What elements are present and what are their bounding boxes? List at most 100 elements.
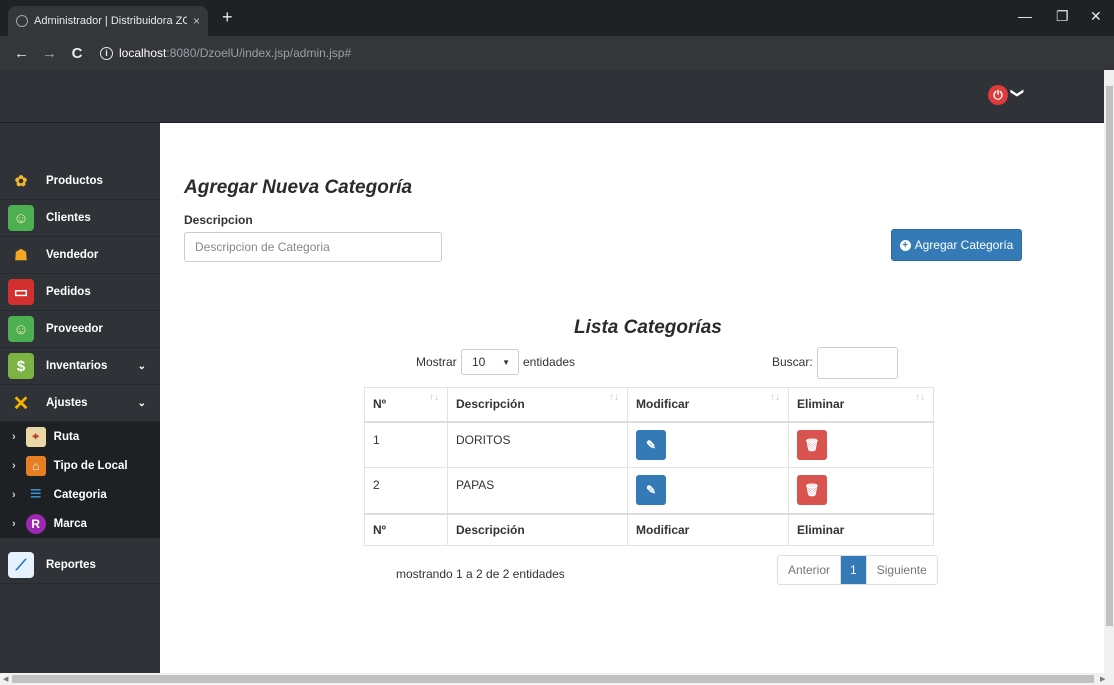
new-tab-button[interactable]: + — [222, 8, 233, 26]
scroll-right-icon[interactable]: ▶ — [1100, 675, 1105, 683]
column-header-eliminar[interactable]: Eliminar ↑↓ — [788, 387, 934, 423]
search-label: Buscar: — [772, 355, 813, 369]
page-1-button[interactable]: 1 — [841, 556, 867, 584]
browser-address-bar: ← → C i localhost:8080/DzoelU/index.jsp/… — [0, 36, 1114, 97]
sidebar-item-label: Clientes — [46, 212, 91, 224]
column-header-n[interactable]: Nº ↑↓ — [364, 387, 448, 423]
sort-icon: ↑↓ — [770, 392, 780, 403]
scroll-left-icon[interactable]: ◀ — [3, 675, 8, 683]
dropdown-arrow-icon: ▼ — [502, 357, 510, 367]
search-input[interactable] — [817, 347, 898, 379]
chevron-down-icon[interactable]: ❯ — [1009, 88, 1025, 99]
sort-icon: ↑↓ — [609, 392, 619, 403]
client-icon: ☺ — [8, 205, 34, 231]
footer-header-n: Nº — [364, 512, 448, 546]
column-header-descripcion[interactable]: Descripción ↑↓ — [447, 387, 628, 423]
sidebar-item-label: Productos — [46, 175, 103, 187]
browser-tab-bar: Administrador | Distribuidora ZO × + — ❐… — [0, 0, 1114, 36]
table-header-row: Nº ↑↓ Descripción ↑↓ Modificar ↑↓ Eliminar ↑… — [364, 387, 934, 423]
sort-icon: ↑↓ — [915, 392, 925, 403]
add-category-button-label: Agregar Categoría — [914, 238, 1014, 252]
sidebar-item-ajustes[interactable]: ✕ Ajustes ⌄ — [0, 385, 160, 422]
footer-header-descripcion: Descripción — [447, 512, 628, 546]
footer-header-eliminar: Eliminar — [788, 512, 934, 546]
delete-button[interactable]: 🗑 — [797, 429, 827, 460]
plus-circle-icon: + — [899, 239, 911, 251]
table-footer-row: Nº Descripción Modificar Eliminar — [364, 512, 934, 546]
edit-icon: ✎ — [645, 437, 657, 452]
entries-select-value: 10 — [472, 355, 486, 369]
sidebar-item-label: Pedidos — [46, 286, 91, 298]
sidebar-item-label: Reportes — [46, 559, 96, 571]
sidebar-item-reportes[interactable]: ⟋ Reportes — [0, 547, 160, 584]
sidebar-item-clientes[interactable]: ☺ Clientes — [0, 200, 160, 237]
column-header-label: Eliminar — [797, 397, 845, 412]
sidebar-item-pedidos[interactable]: ▭ Pedidos — [0, 274, 160, 311]
chevron-right-icon: › — [12, 517, 16, 530]
cell-eliminar: 🗑 — [788, 421, 934, 468]
sidebar-item-label: Vendedor — [46, 249, 99, 261]
categories-table: Nº ↑↓ Descripción ↑↓ Modificar ↑↓ Eliminar ↑… — [364, 387, 934, 546]
browser-tab[interactable]: Administrador | Distribuidora ZO × — [8, 6, 208, 36]
horizontal-scroll-thumb[interactable] — [12, 675, 1094, 683]
vertical-scroll-thumb[interactable] — [1106, 86, 1113, 626]
sidebar-item-proveedor[interactable]: ☺ Proveedor — [0, 311, 160, 348]
column-header-modificar[interactable]: Modificar ↑↓ — [627, 387, 789, 423]
ledger-icon: $ — [8, 353, 34, 379]
column-header-label: Modificar — [636, 397, 690, 412]
app-header: ⏻ ❯ — [0, 70, 1104, 123]
page-title: Agregar Nueva Categoría — [184, 177, 413, 198]
minimize-button[interactable]: — — [1018, 8, 1032, 24]
close-window-button[interactable]: ✕ — [1090, 8, 1102, 25]
sort-icon: ↑↓ — [429, 392, 439, 403]
sidebar-subitem-marca[interactable]: › R Marca — [0, 509, 160, 538]
sidebar-subitem-ruta[interactable]: › ⌖ Ruta — [0, 422, 160, 451]
prev-page-button[interactable]: Anterior — [778, 556, 842, 584]
maximize-button[interactable]: ❐ — [1056, 8, 1069, 25]
delete-button[interactable]: 🗑 — [797, 475, 827, 505]
entries-select[interactable]: 10 ▼ — [461, 349, 519, 375]
edit-button[interactable]: ✎ — [636, 475, 666, 505]
description-label: Descripcion — [184, 213, 253, 227]
sidebar-item-productos[interactable]: ✿ Productos — [0, 163, 160, 200]
sidebar-subitem-tipo-de-local[interactable]: › ⌂ Tipo de Local — [0, 451, 160, 480]
supplier-icon: ☺ — [8, 316, 34, 342]
sidebar-item-vendedor[interactable]: ☗ Vendedor — [0, 237, 160, 274]
sidebar-subitem-categoria[interactable]: › ≡ Categoria — [0, 480, 160, 509]
chevron-down-icon: ⌄ — [137, 360, 146, 372]
cell-eliminar: 🗑 — [788, 467, 934, 514]
tab-close-icon[interactable]: × — [193, 14, 200, 28]
chevron-right-icon: › — [12, 459, 16, 472]
sidebar-item-label: Proveedor — [46, 323, 103, 335]
trash-icon: 🗑 — [804, 483, 820, 497]
sidebar: ✿ Productos ☺ Clientes ☗ Vendedor ▭ Pedi… — [0, 123, 160, 673]
sidebar-item-label: Ajustes — [46, 397, 88, 409]
url-host: localhost — [119, 46, 167, 60]
sidebar-subitem-label: Marca — [53, 517, 87, 530]
power-icon[interactable]: ⏻ — [988, 85, 1008, 105]
sidebar-subitem-label: Categoria — [53, 488, 107, 501]
info-icon[interactable]: i — [100, 46, 113, 60]
description-input[interactable] — [184, 232, 442, 262]
trash-icon: 🗑 — [804, 437, 820, 452]
globe-icon — [16, 15, 28, 27]
seller-icon: ☗ — [14, 247, 28, 264]
tab-title: Administrador | Distribuidora ZO — [34, 15, 187, 27]
add-category-button[interactable]: + Agregar Categoría — [891, 229, 1022, 261]
chevron-right-icon: › — [12, 488, 16, 501]
column-header-label: Descripción — [456, 397, 525, 412]
edit-button[interactable]: ✎ — [636, 429, 666, 460]
table-info: mostrando 1 a 2 de 2 entidades — [396, 567, 565, 581]
sidebar-item-inventarios[interactable]: $ Inventarios ⌄ — [0, 348, 160, 385]
url-field[interactable]: i localhost:8080/DzoelU/index.jsp/admin.… — [100, 46, 351, 60]
forward-button[interactable]: → — [42, 45, 57, 62]
cell-n: 2 — [364, 467, 448, 514]
wheat-icon: ✿ — [14, 173, 28, 190]
next-page-button[interactable]: Siguiente — [867, 556, 937, 584]
chart-icon: ⟋ — [8, 552, 34, 578]
chevron-down-icon: ⌄ — [137, 397, 146, 409]
back-button[interactable]: ← — [14, 45, 29, 62]
url-path: :8080/DzoelU/index.jsp/admin.jsp# — [166, 46, 352, 60]
reload-button[interactable]: C — [70, 45, 84, 62]
cell-descripcion: DORITOS — [447, 421, 628, 468]
